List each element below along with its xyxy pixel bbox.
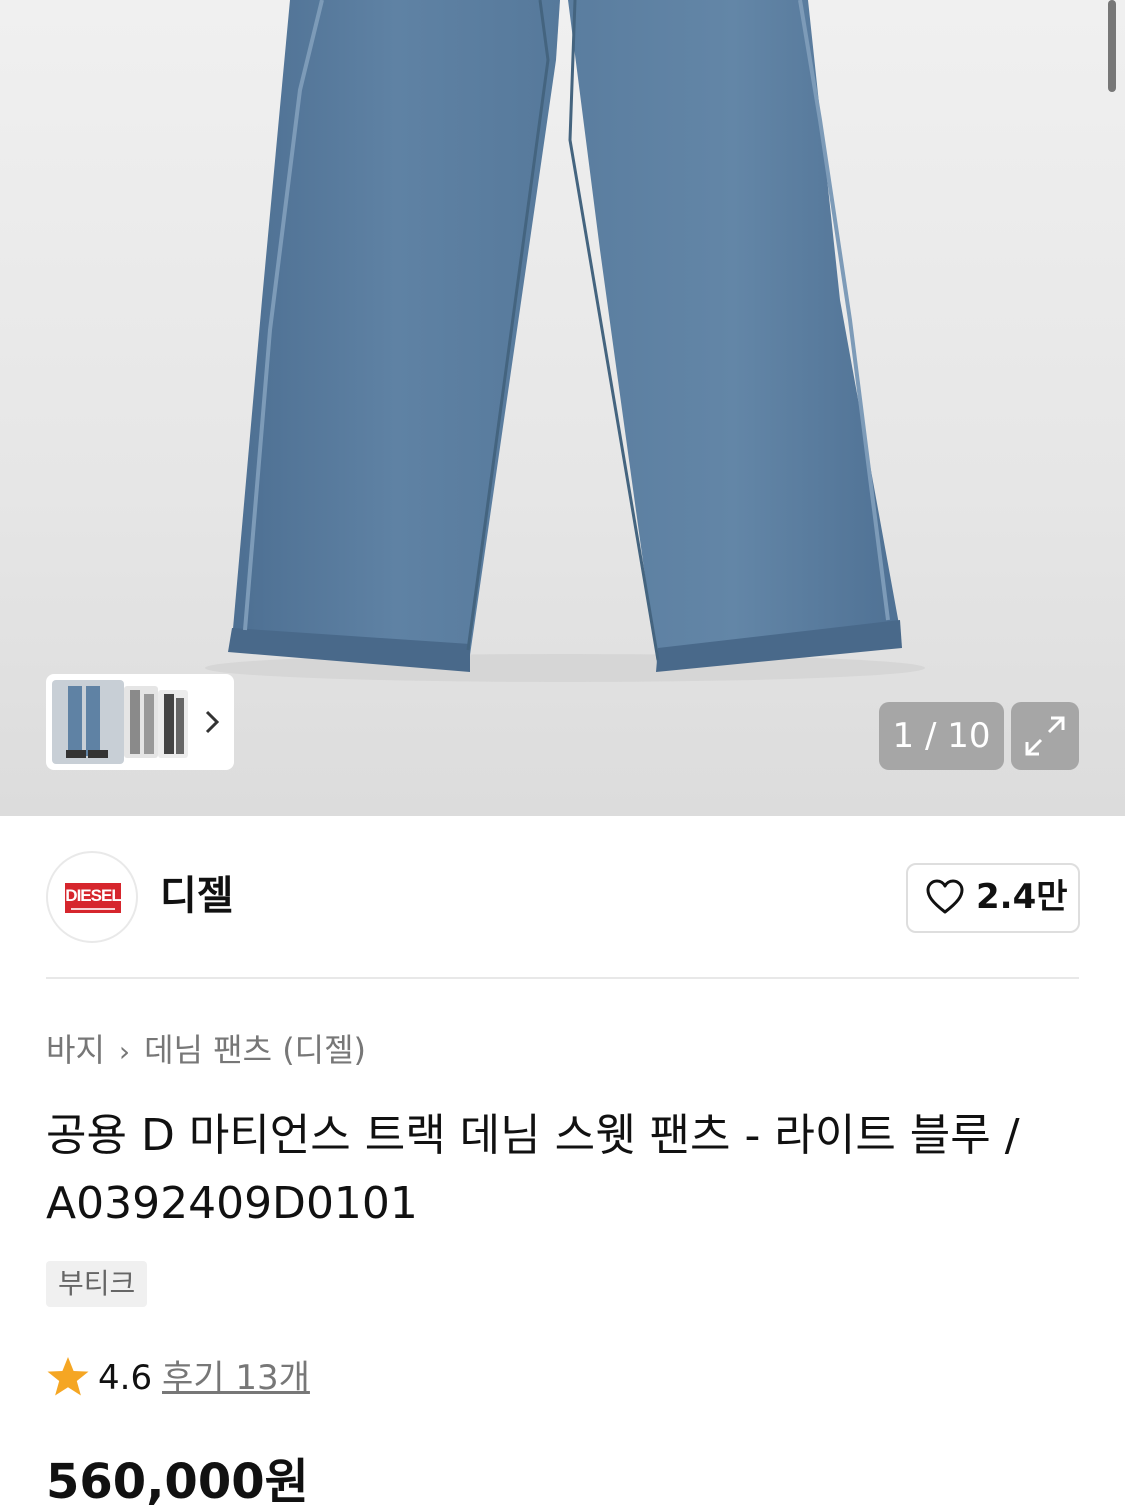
image-counter: 1 / 10 [879,702,1004,770]
diesel-logo: DIESEL [65,883,122,913]
brand-logo[interactable]: DIESEL [46,851,138,943]
review-link[interactable]: 후기 13개 [162,1352,310,1404]
product-price: 560,000원 [46,1454,309,1510]
chevron-right-icon[interactable] [205,710,220,734]
breadcrumb-category[interactable]: 바지 [46,1031,105,1069]
breadcrumb-subcategory[interactable]: 데님 팬츠 (디젤) [144,1031,366,1069]
brand-name[interactable]: 디젤 [160,870,234,922]
heart-icon [926,879,964,914]
rating-value: 4.6 [98,1358,153,1398]
product-title: 공용 D 마티언스 트랙 데님 스웻 팬츠 - 라이트 블루 / A039240… [46,1110,1020,1229]
divider [46,977,1079,979]
scrollbar[interactable] [1108,0,1116,92]
expand-button[interactable] [1011,702,1079,770]
breadcrumb: 바지 › 데님 팬츠 (디젤) [46,1026,366,1076]
product-image-gallery[interactable]: 1 / 10 [0,0,1125,816]
expand-icon [1025,716,1065,756]
like-button[interactable]: 2.4만 [906,863,1080,933]
thumbnail-strip[interactable] [46,674,234,770]
chevron-right-icon: › [118,1035,131,1068]
like-count: 2.4만 [976,877,1068,917]
boutique-badge: 부티크 [46,1261,148,1307]
star-icon [47,1357,89,1396]
